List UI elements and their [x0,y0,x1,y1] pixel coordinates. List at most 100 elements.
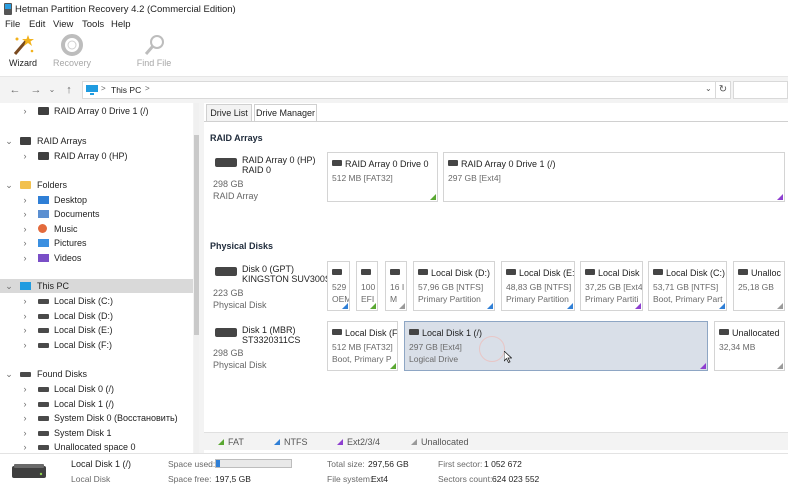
tree-item[interactable]: › Unallocated space 0 [0,440,193,453]
chevron-down-icon[interactable]: ⌄ [4,279,14,293]
tree-item[interactable]: › System Disk 0 (Восстановить) [0,411,193,425]
raid-disk-info[interactable]: RAID Array 0 (HP) RAID 0 [242,155,316,175]
chevron-right-icon[interactable]: › [20,193,30,207]
menu-tools[interactable]: Tools [82,18,104,32]
tree-label: RAID Arrays [37,136,87,146]
chevron-right-icon[interactable]: › [20,222,30,236]
tree-item[interactable]: › RAID Array 0 (HP) [0,149,193,163]
disk-size: 223 GB [213,288,244,298]
disk-icon [38,431,49,436]
disk1-meta: 298 GB Physical Disk [213,348,267,370]
chevron-right-icon[interactable]: › [20,251,30,265]
partition-tile[interactable]: Unalloc 25,18 GB [733,261,785,311]
partition-tile[interactable]: RAID Array 0 Drive 1 (/) 297 GB [Ext4] [443,152,785,202]
chevron-right-icon[interactable]: › [20,236,30,250]
chevron-right-icon[interactable]: › [20,149,30,163]
legend-unallocated: Unallocated [411,437,469,447]
chevron-right-icon[interactable]: › [20,207,30,221]
scrollbar-thumb[interactable] [194,135,199,335]
forward-arrow-icon[interactable]: → [29,83,43,97]
disk-icon [38,328,49,333]
partition-tile[interactable]: RAID Array 0 Drive 0 512 MB [FAT32] [327,152,438,202]
tree-item[interactable]: ⌄ RAID Arrays [0,134,193,148]
partition-tile[interactable]: Unallocated 32,34 MB [714,321,785,371]
chevron-down-icon[interactable]: ⌄ [4,367,14,381]
partition-icon [653,269,663,275]
find-file-button[interactable]: Find File [134,34,174,75]
disk0-info[interactable]: Disk 0 (GPT) KINGSTON SUV300S [242,264,331,284]
unallocated-corner-icon [777,303,783,309]
tree-item[interactable]: › Desktop [0,193,193,207]
partition-tile[interactable]: Local Disk 37,25 GB [Ext4] Primary Parti… [580,261,643,311]
back-arrow-icon[interactable]: ← [8,83,22,97]
chevron-right-icon[interactable]: › [20,411,30,425]
raid-icon [38,152,49,160]
tree-label: Desktop [54,195,88,205]
partition-kind: Boot, Primary Part [653,294,723,304]
tree-item[interactable]: › Music [0,222,193,236]
chevron-right-icon[interactable]: › [20,397,30,411]
tree-item[interactable]: › Local Disk 1 (/) [0,397,193,411]
tree-item[interactable]: › Local Disk (E:) [0,323,193,337]
tab-drive-manager[interactable]: Drive Manager [254,104,317,121]
menu-help[interactable]: Help [111,18,131,32]
tree-item[interactable]: ⌄ Found Disks [0,367,193,381]
wizard-button[interactable]: Wizard [6,34,40,75]
sectors-count-value: 624 023 552 [492,474,540,484]
file-system-label: File system: [327,474,373,484]
partition-tile[interactable]: 529 OEM [327,261,350,311]
menu-edit[interactable]: Edit [29,18,45,32]
chevron-right-icon[interactable]: › [20,104,30,118]
partition-tile[interactable]: 16 I M [385,261,407,311]
chevron-right-icon[interactable]: › [20,382,30,396]
chevron-right-icon[interactable]: › [20,338,30,352]
partition-title [361,268,374,278]
partition-size: 25,18 GB [738,282,774,292]
partition-title: Local Disk (C:) [653,268,725,278]
partition-tile-selected[interactable]: Local Disk 1 (/) 297 GB [Ext4] Logical D… [404,321,708,371]
partition-tile[interactable]: 100 EFI [356,261,378,311]
tab-drive-list[interactable]: Drive List [206,104,252,121]
tree-item[interactable]: ⌄ Folders [0,178,193,192]
wizard-label: Wizard [8,58,37,68]
tree-item[interactable]: › Local Disk (C:) [0,294,193,308]
path-input[interactable]: > This PC > ⌄ [82,81,716,99]
tree-item[interactable]: › System Disk 1 [0,426,193,440]
partition-tile[interactable]: Local Disk (C:) 53,71 GB [NTFS] Boot, Pr… [648,261,727,311]
tree-item[interactable]: › Local Disk (D:) [0,309,193,323]
menu-file[interactable]: File [5,18,20,32]
chevron-down-icon[interactable]: ⌄ [4,134,14,148]
partition-kind: Primary Partition [418,294,481,304]
recovery-button[interactable]: Recovery [52,34,92,75]
breadcrumb-separator: > [101,84,106,93]
partition-icon [332,329,342,335]
tree-item[interactable]: › Pictures [0,236,193,250]
tree-item[interactable]: › Videos [0,251,193,265]
space-used-bar [215,459,292,468]
refresh-button[interactable]: ↻ [716,81,731,99]
chevron-down-icon[interactable]: ⌄ [705,84,712,93]
chevron-right-icon[interactable]: › [20,323,30,337]
chevron-right-icon[interactable]: › [20,294,30,308]
tree-item[interactable]: › Local Disk (F:) [0,338,193,352]
tree-item[interactable]: › Local Disk 0 (/) [0,382,193,396]
partition-tile[interactable]: Local Disk (F 512 MB [FAT32] Boot, Prima… [327,321,398,371]
tree-item[interactable]: › Documents [0,207,193,221]
search-input[interactable] [733,81,788,99]
disk1-info[interactable]: Disk 1 (MBR) ST3320311CS [242,325,300,345]
partition-tile[interactable]: Local Disk (D:) 57,96 GB [NTFS] Primary … [413,261,495,311]
chevron-right-icon[interactable]: › [20,440,30,453]
chevron-down-icon[interactable]: ⌄ [45,83,59,97]
chevron-down-icon[interactable]: ⌄ [4,178,14,192]
tree-label: Local Disk (E:) [54,325,113,335]
chevron-right-icon[interactable]: › [20,426,30,440]
tree-item[interactable]: › RAID Array 0 Drive 1 (/) [0,104,193,118]
tree-item-this-pc[interactable]: ⌄ This PC [0,279,193,293]
breadcrumb-this-pc[interactable]: This PC [111,85,141,95]
menu-view[interactable]: View [53,18,73,32]
tree-scrollbar[interactable] [194,103,199,453]
up-arrow-icon[interactable]: ↑ [62,83,76,97]
partition-kind: M [390,294,398,304]
partition-tile[interactable]: Local Disk (E: 48,83 GB [NTFS] Primary P… [501,261,575,311]
chevron-right-icon[interactable]: › [20,309,30,323]
